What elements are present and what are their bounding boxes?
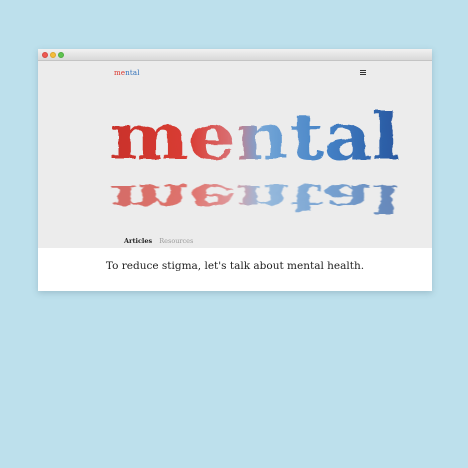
hero-word-text: mental [110,100,400,175]
tab-articles[interactable]: Articles [124,237,152,245]
close-window-icon[interactable] [42,52,48,58]
hero-word-reflection: mental [110,176,400,221]
browser-window: mental mental mental Articles Resources … [38,49,432,291]
hero-section: mental mental mental Articles Resources [38,61,432,248]
nav-tabs: Articles Resources [124,237,198,245]
logo-text-red: me [114,69,126,77]
menu-icon[interactable] [360,70,366,75]
tagline: To reduce stigma, let's talk about menta… [105,260,365,272]
logo-text-blue: ntal [125,69,140,77]
site-logo[interactable]: mental [114,69,140,77]
maximize-window-icon[interactable] [58,52,64,58]
tab-resources[interactable]: Resources [159,237,193,245]
window-titlebar [38,49,432,61]
minimize-window-icon[interactable] [50,52,56,58]
hero-watercolor-word: mental mental [110,100,400,221]
